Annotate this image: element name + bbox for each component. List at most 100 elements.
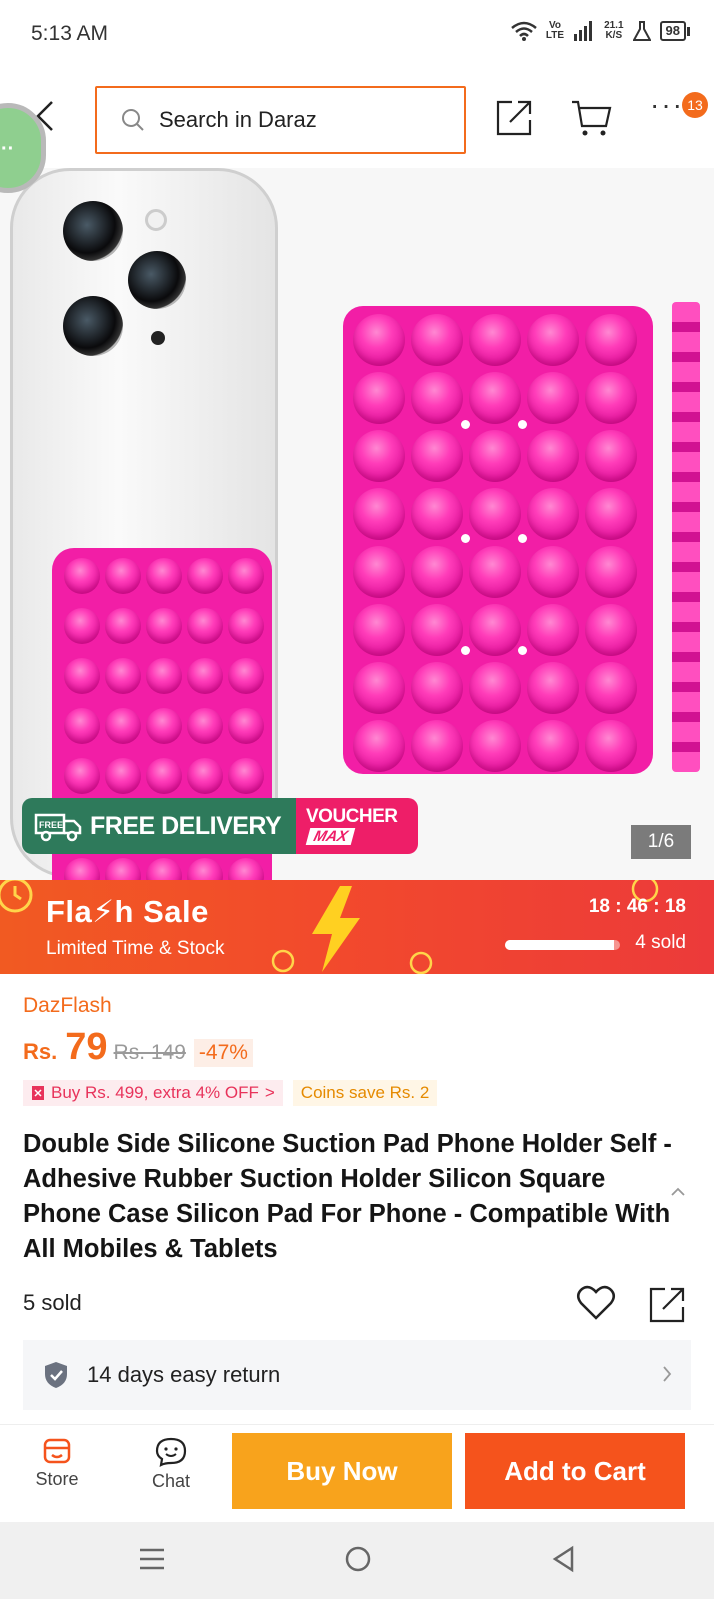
suction-cup (146, 658, 182, 694)
share-icon[interactable] (647, 1285, 687, 1325)
heart-icon[interactable] (576, 1285, 616, 1321)
pad-dot (461, 420, 470, 429)
suction-cup (64, 758, 100, 794)
current-price: 79 (65, 1026, 108, 1068)
chevron-up-icon[interactable] (670, 1186, 686, 1198)
suction-cup (527, 430, 579, 482)
suction-cup (228, 608, 264, 644)
truck-icon: FREE (34, 813, 82, 842)
store-name[interactable]: DazFlash (23, 994, 112, 1018)
suction-cup (353, 720, 405, 772)
suction-cup (585, 314, 637, 366)
suction-cup (353, 372, 405, 424)
suction-cup (585, 372, 637, 424)
search-input[interactable]: Search in Daraz (95, 86, 466, 154)
voucher-icon (32, 1086, 44, 1100)
cart-icon[interactable] (570, 98, 612, 138)
suction-cup (527, 546, 579, 598)
suction-cup (411, 662, 463, 714)
return-policy-text: 14 days easy return (87, 1362, 281, 1387)
currency: Rs. (23, 1039, 58, 1064)
suction-cup (411, 488, 463, 540)
suction-cup (64, 658, 100, 694)
pad-dot (518, 646, 527, 655)
suction-cup (411, 430, 463, 482)
suction-cup (469, 546, 521, 598)
store-icon (43, 1438, 71, 1464)
suction-cup (105, 608, 141, 644)
product-title: Double Side Silicone Suction Pad Phone H… (23, 1130, 672, 1263)
suction-pad-front (343, 306, 653, 774)
suction-cup (105, 708, 141, 744)
suction-cup (353, 430, 405, 482)
network-speed: 21.1 K/S (604, 20, 624, 41)
discount-badge: -47% (193, 1039, 253, 1067)
suction-cup (105, 758, 141, 794)
chat-label: Chat (151, 1471, 191, 1491)
header: Search in Daraz ··· 13 (0, 70, 714, 168)
search-icon (122, 109, 144, 131)
promo-row: Buy Rs. 499, extra 4% OFF > Coins save R… (23, 1080, 438, 1106)
promo-text: Buy Rs. 499, extra 4% OFF (51, 1083, 259, 1102)
suction-cup (105, 858, 141, 880)
suction-cup (146, 608, 182, 644)
price-row: Rs. 79 Rs. 149 -47% (23, 1026, 253, 1069)
suction-cup (353, 662, 405, 714)
home-icon[interactable] (344, 1544, 372, 1574)
suction-cup (527, 604, 579, 656)
alarm-clock-icon (409, 951, 433, 974)
add-to-cart-button[interactable]: Add to Cart (465, 1433, 685, 1509)
flash-sale-title: Fla⚡h Sale (46, 894, 209, 929)
suction-pad-side (672, 302, 700, 772)
coins-tag[interactable]: Coins save Rs. 2 (292, 1080, 438, 1106)
shield-check-icon (45, 1362, 67, 1388)
promo-voucher-tag[interactable]: Buy Rs. 499, extra 4% OFF > (23, 1080, 283, 1106)
suction-cup (228, 858, 264, 880)
product-image-gallery[interactable]: FREE FREE DELIVERY VOUCHER MAX 1/6 (0, 168, 714, 880)
suction-cup (228, 658, 264, 694)
suction-cup (527, 720, 579, 772)
chevron-right-icon: > (264, 1083, 275, 1102)
suction-cup (527, 372, 579, 424)
search-placeholder: Search in Daraz (159, 107, 317, 132)
flash-sale-subtitle: Limited Time & Stock (46, 938, 225, 959)
status-time: 5:13 AM (31, 22, 109, 45)
flash-sale-progress (505, 940, 620, 950)
chat-button[interactable]: Chat (146, 1437, 196, 1492)
suction-cup (146, 708, 182, 744)
chat-icon (155, 1437, 187, 1467)
suction-cup (146, 558, 182, 594)
suction-cup (469, 430, 521, 482)
suction-cup (527, 662, 579, 714)
return-policy-row[interactable]: 14 days easy return (23, 1340, 691, 1410)
buy-now-button[interactable]: Buy Now (232, 1433, 452, 1509)
suction-cup (146, 758, 182, 794)
chevron-right-icon (663, 1366, 672, 1382)
system-nav-bar (0, 1522, 714, 1599)
suction-cup (585, 662, 637, 714)
suction-cup (187, 608, 223, 644)
suction-cup (469, 488, 521, 540)
signal-icon (574, 21, 593, 41)
free-delivery-label: FREE DELIVERY (90, 811, 282, 840)
suction-cup (187, 708, 223, 744)
suction-cup (64, 858, 100, 880)
image-page-counter: 1/6 (631, 825, 691, 859)
suction-cup (411, 546, 463, 598)
share-icon[interactable] (494, 98, 534, 138)
menu-icon[interactable] (138, 1544, 166, 1574)
suction-cup (64, 558, 100, 594)
suction-cup (146, 858, 182, 880)
suction-cup (411, 720, 463, 772)
notification-badge: 13 (682, 92, 708, 118)
suction-cup (469, 372, 521, 424)
status-icons: Vo LTE 21.1 K/S 98 (511, 20, 690, 42)
suction-cup (187, 758, 223, 794)
store-button[interactable]: Store (32, 1437, 82, 1490)
suction-cup (187, 658, 223, 694)
back-nav-icon[interactable] (550, 1544, 578, 1574)
suction-cup (469, 314, 521, 366)
pad-dot (518, 420, 527, 429)
flash-sale-banner[interactable]: Fla⚡h Sale Limited Time & Stock 18 : 46 … (0, 880, 714, 974)
suction-cup (469, 720, 521, 772)
